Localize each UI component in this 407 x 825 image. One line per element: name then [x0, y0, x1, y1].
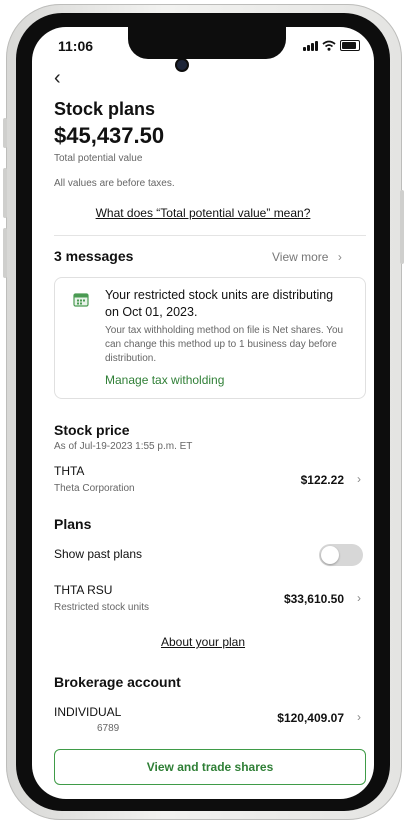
- toggle-knob: [321, 546, 339, 564]
- chevron-right-icon: ›: [357, 710, 361, 724]
- plans-heading: Plans: [54, 516, 92, 532]
- view-more-label: View more: [272, 250, 329, 264]
- total-value-info-link[interactable]: What does “Total potential value” mean?: [32, 206, 374, 220]
- battery-icon: [340, 40, 360, 51]
- message-title: Your restricted stock units are distribu…: [105, 288, 334, 319]
- stock-price-heading: Stock price: [54, 422, 130, 438]
- stock-price-row[interactable]: THTA Theta Corporation $122.22 ›: [54, 464, 364, 502]
- divider: [54, 235, 366, 236]
- calendar-icon: [73, 293, 89, 307]
- chevron-right-icon: ›: [357, 472, 361, 486]
- front-camera: [177, 60, 187, 70]
- manage-tax-withholding-link[interactable]: Manage tax witholding: [105, 373, 224, 387]
- chevron-right-icon: ›: [337, 250, 342, 264]
- view-more-link[interactable]: View more ›: [272, 250, 342, 264]
- cellular-signal-icon: [303, 41, 318, 51]
- mute-switch: [3, 118, 7, 148]
- status-time: 11:06: [58, 38, 94, 54]
- view-and-trade-shares-button[interactable]: View and trade shares: [54, 749, 366, 785]
- stock-price-timestamp: As of Jul-19-2023 1:55 p.m. ET: [54, 441, 193, 452]
- volume-up-button: [3, 168, 7, 218]
- notch: [128, 27, 286, 59]
- plan-row[interactable]: THTA RSU Restricted stock units $33,610.…: [54, 583, 364, 621]
- account-value: $120,409.07: [277, 711, 344, 725]
- account-number: 6789: [97, 723, 120, 734]
- show-past-plans-toggle[interactable]: [319, 544, 363, 566]
- volume-down-button: [3, 228, 7, 278]
- status-icons: [303, 40, 360, 51]
- message-body: Your tax withholding method on file is N…: [105, 325, 344, 364]
- power-button: [400, 190, 404, 264]
- wifi-icon: [322, 40, 336, 51]
- total-value-caption: Total potential value: [54, 153, 143, 164]
- taxes-note: All values are before taxes.: [54, 178, 175, 189]
- show-past-plans-label: Show past plans: [54, 547, 143, 561]
- brokerage-account-row[interactable]: INDIVIDUAL 6789 $120,409.07 ›: [54, 705, 364, 737]
- chevron-right-icon: ›: [357, 591, 361, 605]
- total-potential-value: $45,437.50: [54, 123, 165, 148]
- stock-price-value: $122.22: [300, 473, 344, 487]
- page-title: Stock plans: [54, 99, 156, 119]
- plan-name: THTA RSU: [54, 583, 113, 597]
- message-card[interactable]: Your restricted stock units are distribu…: [54, 277, 366, 399]
- app-screen: 11:06 ‹ Stock plans $45,437.50 Total pot…: [32, 27, 374, 799]
- brokerage-heading: Brokerage account: [54, 674, 181, 690]
- back-button[interactable]: ‹: [54, 67, 61, 90]
- about-your-plan-link[interactable]: About your plan: [32, 635, 374, 649]
- account-type: INDIVIDUAL: [54, 705, 122, 719]
- plan-type: Restricted stock units: [54, 602, 150, 613]
- messages-heading: 3 messages: [54, 248, 134, 264]
- stock-ticker: THTA: [54, 464, 85, 478]
- plan-value: $33,610.50: [283, 592, 344, 606]
- company-name: Theta Corporation: [54, 483, 135, 494]
